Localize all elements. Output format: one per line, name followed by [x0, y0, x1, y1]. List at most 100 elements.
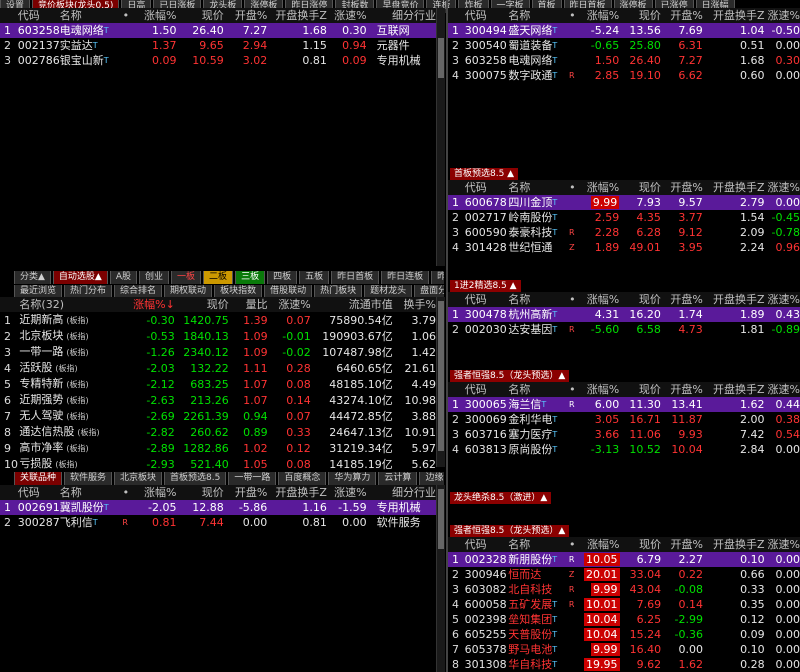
header-col-3[interactable]: • — [568, 180, 576, 195]
stock-name[interactable]: 盛天网络T — [508, 23, 568, 38]
tab-7[interactable]: 三板 — [235, 271, 266, 284]
table-row[interactable]: 8 301308 华自科技T 19.95 9.62 1.62 0.28 0.00 — [448, 657, 800, 672]
header-col-7[interactable]: 开盘换手Z — [267, 485, 327, 500]
stock-name[interactable]: 塞力医疗T — [508, 427, 568, 442]
table-row[interactable]: 4 活跃股 (板指) -2.03 132.22 1.11 0.28 6460.65亿 21.61 — [0, 360, 436, 376]
header-col-7[interactable]: 开盘换手Z — [703, 180, 765, 195]
header-col-1[interactable]: 代码 — [465, 382, 509, 397]
tab-9[interactable]: 边缘计算 — [419, 472, 444, 485]
stock-name[interactable]: 华自科技T — [508, 657, 568, 672]
header-col-4[interactable]: 量比 — [229, 297, 268, 312]
table-row[interactable]: 2 北京板块 (板指) -0.53 1840.13 1.09 -0.01 190903.67亿… — [0, 328, 436, 344]
stock-name[interactable]: 电魂网络T — [60, 23, 121, 38]
section-title-yijin[interactable]: 1进2精选8.5 ▲ — [450, 280, 521, 292]
header-col-6[interactable]: 开盘% — [661, 382, 702, 397]
table-row[interactable]: 2 002717 岭南股份T 2.59 4.35 3.77 1.54 -0.45 — [448, 210, 800, 225]
table-row[interactable]: 8 通达信热股 (板指) -2.82 260.62 0.89 0.33 24647.13亿 10… — [0, 424, 436, 440]
section-title-qiangzhe2[interactable]: 强者恒强8.5（龙头预选）▲ — [450, 525, 570, 537]
header-col-1[interactable]: 代码 — [465, 180, 509, 195]
section-title-qiangzhe[interactable]: 强者恒强8.5（龙头预选）▲ — [450, 370, 570, 382]
index-name[interactable]: 高市净率 (板指) — [19, 440, 127, 456]
tab-6[interactable]: 百度概念 — [278, 472, 327, 485]
stock-name[interactable]: 新朋股份T — [508, 552, 568, 567]
stock-name[interactable]: 恒而达 — [508, 567, 568, 582]
tab-3[interactable]: 北京板块 — [114, 472, 163, 485]
header-col-2[interactable]: 涨幅%↓ — [127, 297, 175, 312]
index-name[interactable]: 通达信热股 (板指) — [19, 424, 127, 440]
tab-5[interactable]: 一带一路 — [228, 472, 277, 485]
header-col-7[interactable]: 换手% — [393, 297, 436, 312]
stock-name[interactable]: 飞利信T — [60, 515, 121, 530]
table-row[interactable]: 10 亏损股 (板指) -2.93 521.40 1.05 0.08 14185.19亿 5.6… — [0, 456, 436, 472]
tab-2[interactable]: 软件服务 — [64, 472, 113, 485]
header-col-2[interactable]: 名称 — [60, 485, 121, 500]
table-row[interactable]: 9 高市净率 (板指) -2.89 1282.86 1.02 0.12 31219.34亿 5.… — [0, 440, 436, 456]
header-col-8[interactable]: 涨速% — [765, 537, 800, 552]
header-col-7[interactable]: 开盘换手Z — [703, 382, 765, 397]
table-row[interactable]: 3 603082 北自科技 R 9.99 43.04 -0.08 0.33 0.00 — [448, 582, 800, 597]
header-col-8[interactable]: 涨速% — [765, 180, 800, 195]
table-row[interactable]: 1 603258 电魂网络T 1.50 26.40 7.27 1.68 0.30 互联网 — [0, 23, 436, 38]
table-row[interactable]: 4 600058 五矿发展T R 10.01 7.69 0.14 0.35 0.00 — [448, 597, 800, 612]
header-col-4[interactable]: 涨幅% — [129, 8, 176, 23]
header-col-6[interactable]: 开盘% — [661, 180, 702, 195]
header-col-5[interactable]: 涨速% — [268, 297, 310, 312]
header-col-9[interactable]: 细分行业 — [367, 8, 436, 23]
table-row[interactable]: 7 605378 野马电池T 9.99 16.40 0.00 0.10 0.00 — [448, 642, 800, 657]
scroll-thumb[interactable] — [438, 301, 444, 451]
table-row[interactable]: 5 002398 垒知集团T 10.04 6.25 -2.99 0.12 0.00 — [448, 612, 800, 627]
table-row[interactable]: 1 300065 海兰信T R 6.00 11.30 13.41 1.62 0.44 — [448, 397, 800, 412]
stock-name[interactable]: 电魂网络T — [508, 53, 568, 68]
header-col-1[interactable]: 代码 — [18, 485, 60, 500]
stock-name[interactable]: 岭南股份T — [508, 210, 568, 225]
index-name[interactable]: 一带一路 (板指) — [19, 344, 127, 360]
table-row[interactable]: 1 近期新高 (板指) -0.30 1420.75 1.39 0.07 75890.54亿 3.… — [0, 312, 436, 328]
table-row[interactable]: 5 专精特新 (板指) -2.12 683.25 1.07 0.08 48185.10亿 4.4… — [0, 376, 436, 392]
tab-9[interactable]: 五板 — [299, 271, 330, 284]
table-row[interactable]: 1 600678 四川金顶T 9.99 7.93 9.57 2.79 0.00 — [448, 195, 800, 210]
header-col-4[interactable]: 涨幅% — [576, 382, 619, 397]
header-col-6[interactable]: 开盘% — [224, 485, 267, 500]
header-col-5[interactable]: 现价 — [619, 180, 661, 195]
stock-name[interactable]: 数字政通T — [508, 68, 568, 83]
top-left-scrollbar[interactable] — [436, 8, 445, 266]
scroll-thumb[interactable] — [438, 38, 444, 78]
header-col-2[interactable]: 名称 — [60, 8, 121, 23]
index-name[interactable]: 北京板块 (板指) — [19, 328, 127, 344]
header-col-3[interactable]: • — [568, 382, 576, 397]
header-col-6[interactable]: 流通市值 — [311, 297, 393, 312]
table-row[interactable]: 7 无人驾驶 (板指) -2.69 2261.39 0.94 0.07 44472.85亿 3.… — [0, 408, 436, 424]
table-row[interactable]: 4 300075 数字政通T R 2.85 19.10 6.62 0.60 0.00 — [448, 68, 800, 83]
header-col-9[interactable]: 细分行业 — [367, 485, 436, 500]
stock-name[interactable]: 达安基因T — [508, 322, 568, 337]
stock-name[interactable]: 五矿发展T — [508, 597, 568, 612]
header-col-7[interactable]: 开盘换手Z — [703, 8, 765, 23]
bottom-scrollbar[interactable] — [436, 485, 445, 672]
header-col-4[interactable]: 涨幅% — [576, 537, 619, 552]
table-row[interactable]: 6 近期强势 (板指) -2.63 213.26 1.07 0.14 43274.10亿 10.… — [0, 392, 436, 408]
stock-name[interactable]: 野马电池T — [508, 642, 568, 657]
section-title-longtou[interactable]: 龙头绝杀8.5（激进）▲ — [450, 492, 552, 504]
header-col-7[interactable]: 开盘换手Z — [703, 292, 765, 307]
table-row[interactable]: 2 300946 恒而达 Z 20.01 33.04 0.22 0.66 0.00 — [448, 567, 800, 582]
table-row[interactable]: 3 603716 塞力医疗T 3.66 11.06 9.93 7.42 0.54 — [448, 427, 800, 442]
stock-name[interactable]: 杭州高新T — [508, 307, 568, 322]
header-col-8[interactable]: 涨速% — [765, 8, 800, 23]
table-row[interactable]: 3 603258 电魂网络T 1.50 26.40 7.27 1.68 0.30 — [448, 53, 800, 68]
stock-name[interactable]: 泰豪科技T — [508, 225, 568, 240]
stock-name[interactable]: 四川金顶T — [508, 195, 568, 210]
index-scrollbar[interactable] — [436, 297, 445, 467]
header-col-7[interactable]: 开盘换手Z — [703, 537, 765, 552]
stock-name[interactable]: 实益达T — [60, 38, 121, 53]
tab-12[interactable]: 昨曾涨停 — [431, 271, 444, 284]
table-row[interactable]: 3 一带一路 (板指) -1.26 2340.12 1.09 -0.02 107487.98亿… — [0, 344, 436, 360]
index-name[interactable]: 近期强势 (板指) — [19, 392, 127, 408]
tab-7[interactable]: 华为算力 — [328, 472, 377, 485]
tab-2[interactable]: 自动选股▲ — [52, 271, 108, 284]
header-col-6[interactable]: 开盘% — [661, 8, 702, 23]
header-col-6[interactable]: 开盘% — [661, 537, 703, 552]
index-name[interactable]: 近期新高 (板指) — [19, 312, 127, 328]
stock-name[interactable]: 海兰信T — [508, 397, 568, 412]
index-name[interactable]: 亏损股 (板指) — [19, 456, 127, 472]
header-col-1[interactable]: 代码 — [465, 8, 509, 23]
